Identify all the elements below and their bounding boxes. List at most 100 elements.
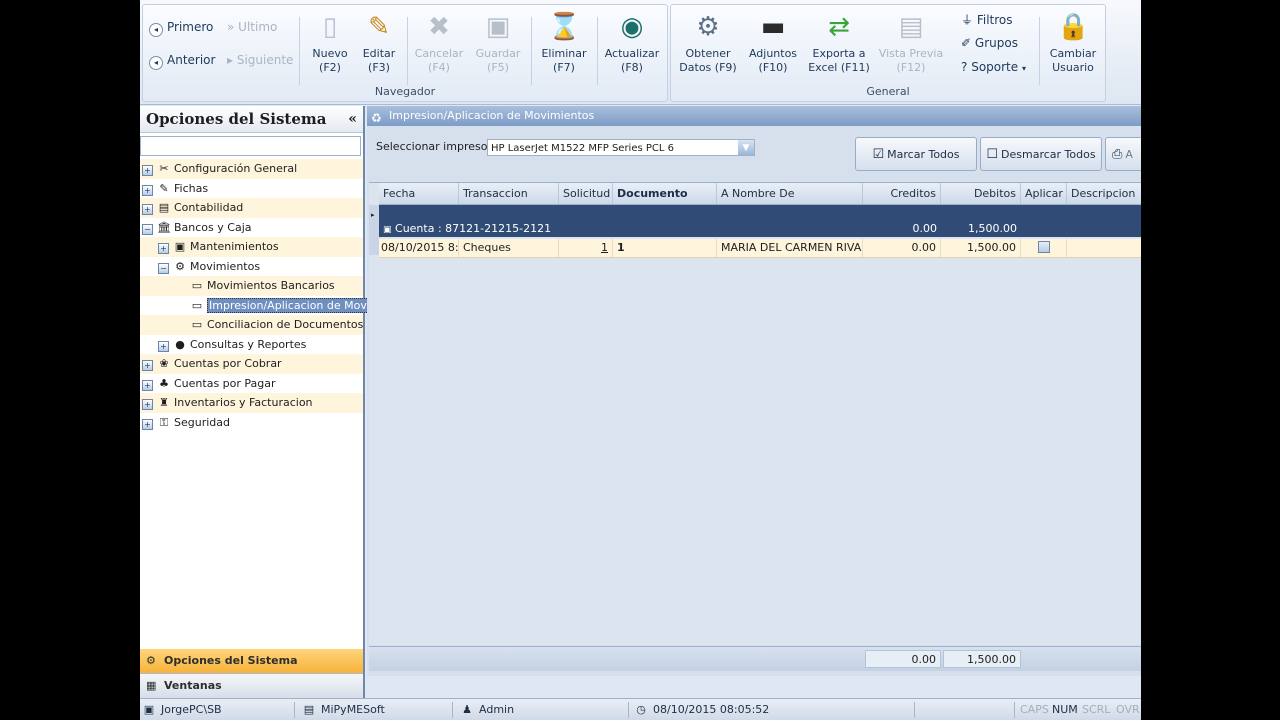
next-record-icon: ▸ [227, 53, 234, 67]
first-record-icon: ◂ [149, 23, 163, 37]
tree-search-input[interactable] [140, 136, 361, 156]
grid-header: Fecha Transaccion Solicitud Documento A … [379, 183, 1141, 205]
ribbon-toolbar: ◂ Primero ◂ Anterior » Ultimo ▸ Siguiente … [140, 0, 1141, 105]
column-documento[interactable]: Documento [613, 183, 717, 204]
tree-item-label: Cuentas por Pagar [174, 376, 276, 390]
tree-item[interactable]: + ⚿ Seguridad [140, 413, 363, 433]
tree-item[interactable]: ▭ Conciliacion de Documentos [140, 315, 363, 335]
desmarcar-todos-button[interactable]: ☐ Desmarcar Todos [980, 137, 1102, 171]
previous-record-icon: ◂ [149, 56, 163, 70]
expand-icon[interactable]: + [142, 360, 153, 371]
column-solicitud[interactable]: Solicitud [559, 183, 613, 204]
uncheck-icon: ☐ [986, 147, 999, 162]
siguiente-button[interactable]: ▸ Siguiente [227, 53, 293, 67]
column-creditos[interactable]: Creditos [863, 183, 941, 204]
separator [1014, 702, 1015, 718]
refresh-icon: ◉ [620, 12, 644, 42]
tools-icon: ✂ [159, 162, 169, 175]
printer-icon: ⎙ [1112, 147, 1123, 162]
tree-item[interactable]: − 🏛 Bancos y Caja [140, 218, 363, 238]
tree-item[interactable]: − ⚙ Movimientos [140, 257, 363, 277]
expand-icon[interactable]: + [142, 418, 153, 430]
tree-item[interactable]: ▭ Movimientos Bancarios [140, 276, 363, 296]
guardar-button[interactable]: ▣ Guardar (F5) [470, 11, 526, 75]
bank-icon: 🏛 [157, 220, 171, 234]
group-row[interactable]: ▣ Cuenta : 87121-21215-2121 0.00 1,500.0… [379, 205, 1141, 237]
check-icon: ☑ [872, 147, 885, 162]
soporte-dropdown[interactable]: ? Soporte ▾ [961, 60, 1026, 74]
folder-icon: ▣ [174, 240, 186, 253]
ultimo-button[interactable]: » Ultimo [227, 20, 277, 34]
excel-export-icon: ⇄ [828, 12, 850, 42]
panel-title: Opciones del Sistema « [140, 106, 363, 133]
separator [531, 17, 532, 85]
form-title-bar: ♻ Impresion/Aplicacion de Movimientos [367, 106, 1141, 126]
column-debitos[interactable]: Debitos [941, 183, 1021, 204]
tree-item[interactable]: + ▤ Contabilidad [140, 198, 363, 218]
chevron-down-icon[interactable]: ▼ [738, 140, 754, 155]
obtain-data-icon: ⚙ [696, 12, 720, 42]
table-row[interactable]: 08/10/2015 8:0 Cheques 1 1 MARIA DEL CAR… [379, 239, 1141, 258]
cambiar-usuario-button[interactable]: 🔒 Cambiar Usuario [1043, 11, 1103, 75]
separator [597, 17, 598, 85]
tree-item[interactable]: + ● Consultas y Reportes [140, 335, 363, 355]
nuevo-button[interactable]: ▯ Nuevo (F2) [306, 11, 354, 75]
expand-icon[interactable]: + [142, 379, 153, 391]
marcar-todos-button[interactable]: ☑ Marcar Todos [855, 137, 977, 171]
tree-item-label: Configuración General [174, 162, 298, 175]
vista-previa-button[interactable]: ▤ Vista Previa (F12) [876, 11, 946, 75]
cancelar-button[interactable]: ✖ Cancelar (F4) [411, 11, 467, 75]
primero-button[interactable]: ◂ Primero [149, 20, 213, 37]
chart-icon: ● [175, 337, 185, 351]
pin-icon: ✎ [159, 181, 169, 195]
separator [628, 702, 629, 718]
expand-icon[interactable]: + [158, 340, 169, 352]
editar-button[interactable]: ✎ Editar (F3) [355, 11, 403, 75]
tree-item[interactable]: ▭ Impresion/Aplicacion de Movimier [140, 296, 397, 316]
print-apply-button[interactable]: ⎙ A [1105, 137, 1141, 171]
nav-ventanas[interactable]: ▦ Ventanas [140, 673, 363, 698]
column-aplicar[interactable]: Aplicar [1021, 183, 1067, 204]
tree-item-label: Fichas [174, 181, 209, 195]
column-fecha[interactable]: Fecha [379, 183, 459, 204]
expand-icon[interactable]: + [142, 399, 153, 410]
actualizar-button[interactable]: ◉ Actualizar (F8) [601, 11, 663, 75]
tree-item[interactable]: + ✂ Configuración General [140, 159, 363, 179]
collapse-icon[interactable]: − [142, 223, 153, 235]
tree-item[interactable]: + ✎ Fichas [140, 179, 363, 199]
form-window-icon: ♻ [371, 111, 382, 125]
filtros-button[interactable]: ⏚ Filtros [961, 11, 1013, 28]
printer-select[interactable]: HP LaserJet M1522 MFP Series PCL 6 ▼ [487, 139, 755, 156]
tree-item[interactable]: + ▣ Mantenimientos [140, 237, 363, 257]
tree-item[interactable]: + ♣ Cuentas por Pagar [140, 374, 363, 394]
scrl-indicator: SCRL [1082, 703, 1111, 716]
expand-icon[interactable]: + [158, 243, 169, 254]
expand-icon[interactable]: + [142, 204, 153, 215]
collapse-group-icon[interactable]: ▣ [383, 225, 392, 235]
expand-icon[interactable]: + [142, 184, 153, 196]
column-descripcion[interactable]: Descripcion [1067, 183, 1141, 204]
adjuntos-button[interactable]: ▬ Adjuntos (F10) [744, 11, 802, 75]
collapse-panel-icon[interactable]: « [348, 106, 357, 132]
column-transaccion[interactable]: Transaccion [459, 183, 559, 204]
payable-icon: ♣ [159, 376, 169, 390]
separator [299, 17, 300, 85]
cell-nombre: MARIA DEL CARMEN RIVAS [717, 239, 863, 257]
status-bar: ▣ JorgePC\SB ▤ MiPyMESoft ♟ Admin ◷ 08/10/20… [140, 698, 1141, 720]
tree-item-label: Seguridad [174, 415, 230, 429]
collapse-icon[interactable]: − [158, 262, 169, 274]
exportar-excel-button[interactable]: ⇄ Exporta a Excel (F11) [807, 11, 871, 75]
cell-creditos: 0.00 [863, 239, 941, 257]
options-tree: + ✂ Configuración General + ✎ Fichas + ▤ Contabi… [140, 159, 397, 433]
tree-item[interactable]: + ♜ Inventarios y Facturacion [140, 393, 363, 413]
cell-solicitud[interactable]: 1 [559, 239, 613, 257]
grupos-button[interactable]: ✐ Grupos [961, 36, 1018, 50]
obtener-datos-button[interactable]: ⚙ Obtener Datos (F9) [677, 11, 739, 75]
tree-item[interactable]: + ❀ Cuentas por Cobrar [140, 354, 363, 374]
expand-icon[interactable]: + [142, 165, 153, 176]
anterior-button[interactable]: ◂ Anterior [149, 53, 215, 70]
aplicar-checkbox[interactable] [1037, 241, 1050, 253]
nav-opciones-sistema[interactable]: ⚙ Opciones del Sistema [140, 649, 363, 673]
column-nombre[interactable]: A Nombre De [717, 183, 863, 204]
eliminar-button[interactable]: ⌛ Eliminar (F7) [536, 11, 592, 75]
